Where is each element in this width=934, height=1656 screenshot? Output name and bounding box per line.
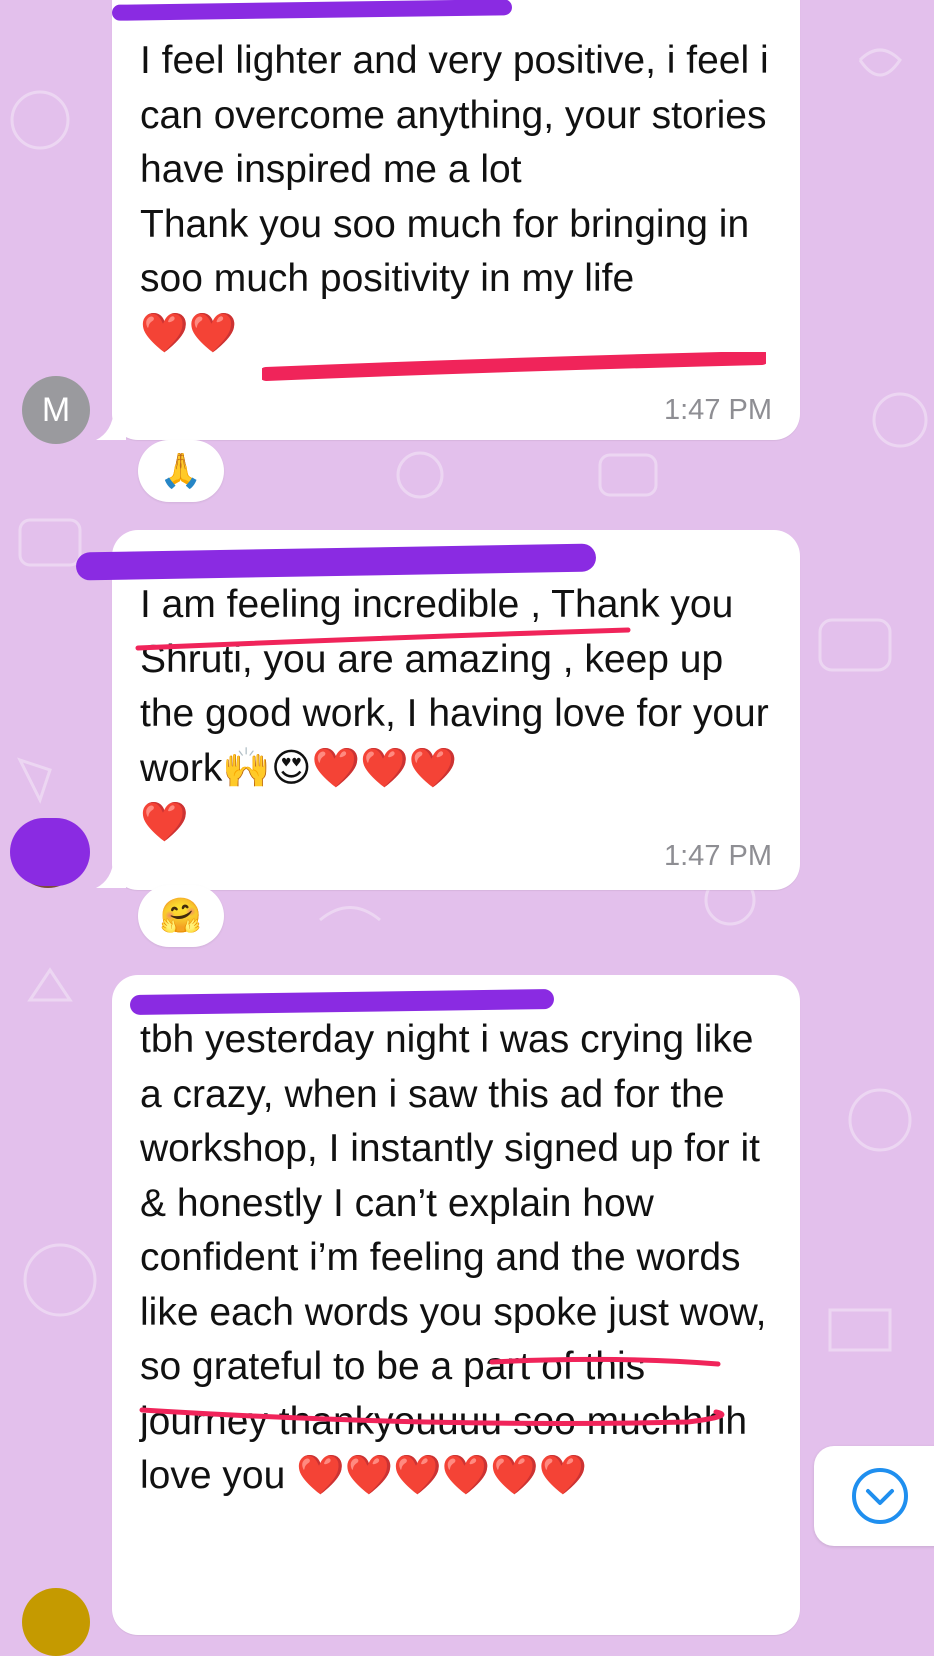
avatar-redaction [10,818,90,886]
bubble-tail [96,858,126,888]
avatar[interactable] [22,1588,90,1656]
avatar[interactable]: M [22,376,90,444]
message-text: I feel lighter and very positive, i feel… [140,39,769,355]
reaction-emoji: 🙏 [159,452,203,490]
message-bubble-3[interactable]: tbh yesterday night i was crying like a … [112,975,800,1635]
underline-mark [262,352,766,381]
reaction-pill[interactable]: 🙏 [138,440,224,502]
bubble-tail [96,410,126,440]
message-text: I am feeling incredible , Thank you Shru… [140,583,769,844]
message-bubble-2[interactable]: I am feeling incredible , Thank you Shru… [112,530,800,890]
scroll-to-bottom-button[interactable] [814,1446,934,1546]
underline-mark [139,1356,725,1426]
avatar-initial: M [41,390,71,429]
chevron-down-circle-icon [852,1468,908,1524]
reaction-pill[interactable]: 🤗 [138,885,224,947]
reaction-emoji: 🤗 [159,897,203,935]
message-timestamp: 1:47 PM [664,394,772,426]
message-timestamp: 1:47 PM [664,840,772,872]
underline-mark [135,627,631,651]
